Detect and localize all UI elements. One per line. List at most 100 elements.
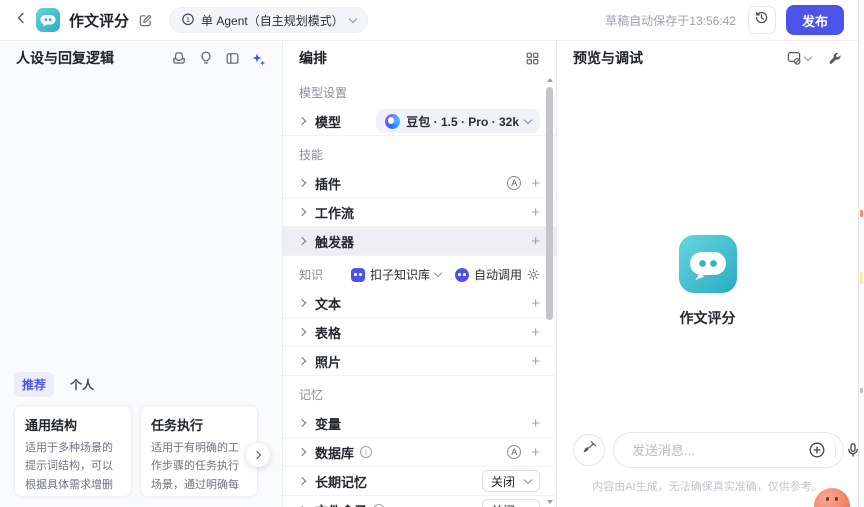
layout-grid-icon[interactable] (525, 51, 540, 66)
row-label: 长期记忆 (315, 474, 368, 490)
select-value: 关闭 (491, 502, 515, 507)
add-database-button[interactable]: + (531, 445, 540, 460)
section-label-skills: 技能 (299, 148, 324, 162)
auto-call-label: 自动调用 (473, 268, 522, 282)
row-workflow[interactable]: 工作流 + (283, 198, 556, 227)
long-term-memory-select[interactable]: 关闭 (482, 470, 540, 492)
add-attachment-icon[interactable] (808, 441, 826, 459)
row-label: 插件 (315, 176, 342, 192)
section-label-knowledge: 知识 (299, 268, 324, 282)
section-label-memory: 记忆 (299, 388, 324, 402)
expand-chevron-icon (297, 418, 307, 428)
add-photo-knowledge-button[interactable]: + (531, 354, 540, 369)
chevron-right-icon (252, 450, 262, 460)
gear-icon[interactable] (527, 268, 540, 281)
add-variable-button[interactable]: + (531, 416, 540, 431)
card-desc: 适用于有明确的工作步骤的任务执行场景，通过明确每一步骤的工作要求… (151, 442, 239, 491)
card-title: 任务执行 (151, 418, 204, 433)
clear-context-icon (787, 51, 801, 65)
preview-panel: 预览与调试 作文评分 发送消息... 内容由AI生成，无法确保真实准确，仅供参考… (557, 41, 858, 507)
expand-chevron-icon (297, 116, 307, 126)
expand-chevron-icon (297, 476, 307, 486)
scrollbar-thumb[interactable] (546, 87, 553, 320)
single-agent-icon: 1 (181, 12, 195, 29)
persona-panel-title: 人设与回复逻辑 (16, 50, 114, 66)
row-label: 变量 (315, 416, 342, 432)
edit-title-icon[interactable] (138, 13, 153, 28)
row-text-knowledge[interactable]: 文本 + (283, 289, 556, 318)
add-text-knowledge-button[interactable]: + (531, 296, 540, 311)
row-file-box[interactable]: 文件盒子 i 关闭 (283, 496, 556, 507)
row-photo-knowledge[interactable]: 照片 + (283, 347, 556, 376)
bot-avatar-icon (36, 8, 60, 32)
edge-artifact (860, 388, 863, 393)
expand-chevron-icon (297, 327, 307, 337)
row-label: 触发器 (315, 234, 355, 250)
version-history-button[interactable] (747, 6, 776, 34)
svg-text:1: 1 (186, 14, 190, 23)
doubao-model-icon (385, 113, 401, 129)
ai-disclaimer: 内容由AI生成，无法确保真实准确，仅供参考。 (592, 481, 823, 493)
idea-lightbulb-icon[interactable] (198, 50, 214, 66)
agent-mode-selector[interactable]: 1 单 Agent（自主规划模式） (169, 7, 368, 33)
auto-call-icon (454, 267, 469, 282)
debug-wrench-icon[interactable] (827, 51, 842, 66)
template-card-task[interactable]: 任务执行 适用于有明确的工作步骤的任务执行场景，通过明确每一步骤的工作要求… (140, 405, 258, 497)
tab-recommended[interactable]: 推荐 (14, 372, 55, 397)
model-selector[interactable]: 豆包 · 1.5 · Pro · 32k (376, 109, 540, 133)
template-card-general[interactable]: 通用结构 适用于多种场景的提示词结构，可以根据具体需求增删对应模块 (14, 405, 132, 497)
back-button[interactable] (10, 9, 32, 31)
publish-button[interactable]: 发布 (785, 5, 844, 35)
add-workflow-button[interactable]: + (531, 205, 540, 220)
model-value: 豆包 · 1.5 · Pro · 32k (406, 114, 519, 129)
auto-badge-icon: A (507, 176, 522, 190)
bot-hero: 作文评分 (557, 235, 858, 328)
row-variables[interactable]: 变量 + (283, 409, 556, 438)
file-box-select[interactable]: 关闭 (482, 499, 540, 507)
broom-icon (581, 439, 598, 461)
message-input-container (613, 432, 858, 468)
expand-chevron-icon (297, 447, 307, 457)
expand-chevron-icon (297, 356, 307, 366)
main-layout: 人设与回复逻辑 推荐 个人 通用结构 适用于多种场景的提示词结构，可以根据具体需… (0, 41, 858, 507)
chevron-down-icon (803, 52, 813, 61)
chevron-left-icon (14, 11, 28, 30)
add-trigger-button[interactable]: + (531, 234, 540, 249)
add-plugin-button[interactable]: + (531, 176, 540, 191)
row-label: 照片 (315, 354, 342, 370)
row-label: 文件盒子 (315, 501, 367, 507)
info-icon: i (360, 446, 373, 458)
card-title: 通用结构 (25, 418, 78, 433)
row-model[interactable]: 模型 豆包 · 1.5 · Pro · 32k (283, 107, 556, 136)
agent-mode-label: 单 Agent（自主规划模式） (201, 13, 344, 28)
row-database[interactable]: 数据库 i A + (283, 438, 556, 467)
scroll-up-arrow[interactable] (546, 78, 553, 82)
clear-chat-button[interactable] (573, 434, 605, 466)
add-table-knowledge-button[interactable]: + (531, 325, 540, 340)
row-trigger[interactable]: 触发器 + (283, 227, 556, 256)
row-label: 模型 (315, 114, 342, 130)
card-desc: 适用于多种场景的提示词结构，可以根据具体需求增删对应模块 (25, 442, 113, 491)
row-long-term-memory[interactable]: 长期记忆 关闭 (283, 467, 556, 496)
tab-personal[interactable]: 个人 (68, 372, 96, 397)
autosave-status: 草稿自动保存于13:56:42 (605, 13, 736, 28)
scroll-down-arrow[interactable] (546, 500, 553, 504)
expand-chevron-icon (297, 207, 307, 217)
prompt-library-icon[interactable] (171, 50, 187, 66)
ai-optimize-sparkle-icon[interactable] (251, 51, 266, 66)
expand-chevron-icon (297, 178, 307, 188)
topbar: 作文评分 1 单 Agent（自主规划模式） 草稿自动保存于13:56:42 发… (0, 0, 858, 41)
cards-next-button[interactable] (246, 443, 270, 467)
clear-context-button[interactable] (786, 50, 813, 66)
message-input[interactable] (632, 442, 808, 458)
auto-call-setting[interactable]: 自动调用 (454, 266, 540, 283)
knowledge-base-selector[interactable]: 扣子知识库 (350, 266, 443, 283)
orchestration-header: 编排 (283, 41, 556, 75)
orchestration-scrollbar[interactable] (545, 78, 554, 504)
row-table-knowledge[interactable]: 表格 + (283, 318, 556, 347)
row-plugins[interactable]: 插件 A + (283, 169, 556, 198)
panel-layout-icon[interactable] (225, 51, 240, 66)
select-value: 关闭 (491, 474, 516, 489)
input-divider (835, 442, 836, 458)
row-label: 工作流 (315, 205, 355, 221)
